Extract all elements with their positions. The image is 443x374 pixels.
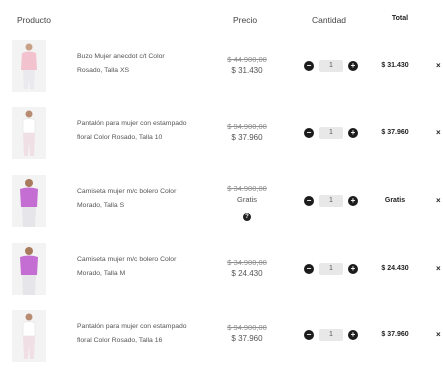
sale-price: $ 37.960: [231, 334, 263, 343]
cart-item-row: Buzo Mujer anecdot c/t Color Rosado, Tal…: [0, 40, 443, 104]
price-cell: $ 94.900,00 $ 37.960: [212, 322, 282, 344]
quantity-stepper: − +: [304, 329, 358, 341]
decrease-quantity-button[interactable]: −: [304, 330, 314, 340]
column-header-total: Total: [391, 15, 409, 22]
product-thumbnail[interactable]: [12, 243, 46, 295]
model-photo-icon: [12, 107, 46, 159]
line-total: $ 24.430: [381, 265, 409, 272]
model-photo-icon: [12, 243, 46, 295]
product-name[interactable]: Pantalón para mujer con estampado floral…: [77, 117, 207, 145]
price-cell: $ 94.900,00 $ 37.960: [212, 121, 282, 143]
quantity-input[interactable]: [319, 329, 343, 341]
line-total: $ 31.430: [381, 62, 409, 69]
product-thumbnail[interactable]: [12, 175, 46, 227]
quantity-stepper: − +: [304, 263, 358, 275]
original-price: $ 34.900,00: [227, 184, 267, 193]
line-total: $ 37.960: [381, 331, 409, 338]
remove-item-icon[interactable]: ×: [436, 196, 443, 205]
product-thumbnail[interactable]: [12, 107, 46, 159]
model-photo-icon: [12, 175, 46, 227]
original-price: $ 94.900,00: [227, 122, 267, 131]
original-price: $ 94.900,00: [227, 323, 267, 332]
increase-quantity-button[interactable]: +: [348, 330, 358, 340]
decrease-quantity-button[interactable]: −: [304, 128, 314, 138]
remove-item-icon[interactable]: ×: [436, 264, 443, 273]
original-price: $ 44.900,00: [227, 55, 267, 64]
sale-price: $ 37.960: [231, 133, 263, 142]
remove-item-icon[interactable]: ×: [436, 128, 443, 137]
sale-price: $ 31.430: [231, 66, 263, 75]
remove-item-icon[interactable]: ×: [436, 61, 443, 70]
original-price: $ 34.900,00: [227, 258, 267, 267]
sale-price: Gratis: [236, 195, 257, 204]
cart-item-row: Pantalón para mujer con estampado floral…: [0, 310, 443, 374]
quantity-input[interactable]: [319, 60, 343, 72]
quantity-input[interactable]: [319, 195, 343, 207]
model-photo-icon: [12, 310, 46, 362]
quantity-input[interactable]: [319, 263, 343, 275]
product-thumbnail[interactable]: [12, 310, 46, 362]
increase-quantity-button[interactable]: +: [348, 196, 358, 206]
quantity-input[interactable]: [319, 127, 343, 139]
remove-item-icon[interactable]: ×: [436, 330, 443, 339]
quantity-stepper: − +: [304, 127, 358, 139]
increase-quantity-button[interactable]: +: [348, 128, 358, 138]
decrease-quantity-button[interactable]: −: [304, 264, 314, 274]
quantity-stepper: − +: [304, 195, 358, 207]
column-header-precio: Precio: [233, 15, 258, 25]
line-total: Gratis: [384, 197, 406, 204]
price-cell: $ 34.900,00 $ 24.430: [212, 257, 282, 279]
model-photo-icon: [12, 40, 46, 92]
price-cell: $ 34.900,00 Gratis ?: [212, 183, 282, 223]
price-cell: $ 44.900,00 $ 31.430: [212, 54, 282, 76]
decrease-quantity-button[interactable]: −: [304, 61, 314, 71]
line-total: $ 37.960: [381, 129, 409, 136]
product-name[interactable]: Buzo Mujer anecdot c/t Color Rosado, Tal…: [77, 50, 207, 78]
sale-price: $ 24.430: [231, 269, 263, 278]
product-thumbnail[interactable]: [12, 40, 46, 92]
increase-quantity-button[interactable]: +: [348, 61, 358, 71]
decrease-quantity-button[interactable]: −: [304, 196, 314, 206]
column-header-producto: Producto: [17, 15, 52, 25]
cart-item-row: Camiseta mujer m/c bolero Color Morado, …: [0, 243, 443, 307]
column-header-cantidad: Cantidad: [312, 15, 347, 25]
product-name[interactable]: Camiseta mujer m/c bolero Color Morado, …: [77, 185, 207, 213]
increase-quantity-button[interactable]: +: [348, 264, 358, 274]
quantity-stepper: − +: [304, 60, 358, 72]
product-name[interactable]: Camiseta mujer m/c bolero Color Morado, …: [77, 253, 207, 281]
help-icon[interactable]: ?: [243, 213, 251, 221]
cart-item-row: Pantalón para mujer con estampado floral…: [0, 107, 443, 171]
product-name[interactable]: Pantalón para mujer con estampado floral…: [77, 320, 207, 348]
cart-item-row: Camiseta mujer m/c bolero Color Morado, …: [0, 175, 443, 239]
